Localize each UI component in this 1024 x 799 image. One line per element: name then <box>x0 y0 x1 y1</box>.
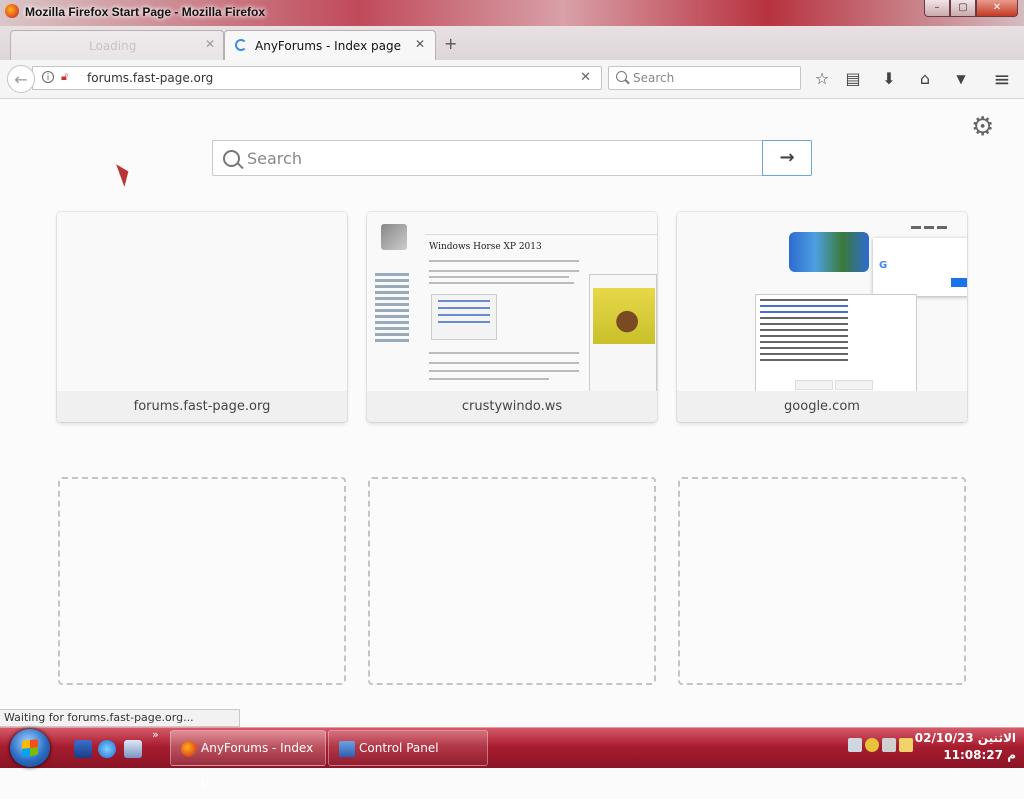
wiki-text-line <box>429 378 549 380</box>
window-controls: – ▢ ✕ <box>924 0 1018 17</box>
feeling-lucky-button <box>835 380 873 390</box>
home-icon[interactable]: ⌂ <box>914 68 936 90</box>
menu-icon[interactable]: ≡ <box>991 68 1013 90</box>
search-icon <box>616 71 627 82</box>
new-tab-search-input[interactable]: Search <box>212 140 763 176</box>
quick-launch-chevron[interactable]: » <box>152 728 159 741</box>
firefox-logo-icon <box>5 4 19 18</box>
system-clock[interactable]: الاثنين 02/10/23 م 11:08:27 <box>915 730 1016 764</box>
wiki-logo-icon <box>381 224 407 250</box>
wiki-sidebar <box>375 270 413 345</box>
clock-date: الاثنين 02/10/23 <box>914 731 1016 745</box>
google-g-icon: G <box>879 260 888 271</box>
tile-thumbnail <box>57 212 347 391</box>
google-signin-panel: G <box>873 238 967 296</box>
web-search-input[interactable]: Search <box>608 66 801 90</box>
search-placeholder: Search <box>633 71 675 85</box>
wiki-text-line <box>429 282 574 284</box>
google-doodle-image <box>789 232 869 272</box>
taskbar-button-control-panel[interactable]: Control Panel <box>328 730 488 766</box>
tab-label: AnyForums - Index page <box>255 39 401 53</box>
tile-thumbnail: G <box>677 212 967 391</box>
wiki-text-line <box>429 362 579 364</box>
volume-icon[interactable] <box>882 738 896 752</box>
pocket-icon[interactable]: ▼ <box>950 68 972 90</box>
show-desktop-icon[interactable] <box>74 740 92 758</box>
close-tab-icon[interactable]: ✕ <box>415 37 425 51</box>
clear-url-icon[interactable]: ✕ <box>580 70 591 85</box>
control-panel-icon <box>339 741 355 757</box>
clock-time: م 11:08:27 <box>943 748 1016 762</box>
explorer-icon[interactable] <box>124 740 142 758</box>
library-icon[interactable]: ▤ <box>842 68 864 90</box>
start-button[interactable] <box>10 729 50 767</box>
close-tab-icon[interactable]: ✕ <box>205 37 215 51</box>
system-tray <box>848 738 913 752</box>
wiki-text-line <box>429 276 569 278</box>
minimize-button[interactable]: – <box>924 0 950 17</box>
downloads-icon[interactable]: ⬇ <box>878 68 900 90</box>
tile-caption: google.com <box>677 391 967 422</box>
google-search-button <box>795 380 833 390</box>
taskbar-button-label: AnyForums - Index p... <box>201 741 314 789</box>
insecure-lock-icon[interactable]: 🔓︎ <box>61 70 68 84</box>
horse-image <box>593 288 655 344</box>
tray-app-icon[interactable] <box>865 738 879 752</box>
top-site-tile-google[interactable]: G google.com <box>677 212 967 422</box>
taskbar-button-firefox[interactable]: AnyForums - Index p... <box>170 730 326 789</box>
search-placeholder: Search <box>247 149 302 168</box>
windows-taskbar: » AnyForums - Index p... Control Panel ا… <box>0 727 1024 789</box>
new-tab-page: ⚙ Search → forums.fast-page.org Windows … <box>0 99 1024 727</box>
url-bar[interactable]: i 🔓︎ forums.fast-page.org ✕ <box>32 66 602 90</box>
tile-caption: forums.fast-page.org <box>57 391 347 422</box>
tab-loading[interactable]: Loading ✕ <box>10 30 224 60</box>
tile-caption: crustywindo.ws <box>367 391 657 422</box>
search-icon <box>223 150 240 167</box>
internet-explorer-icon[interactable] <box>98 740 116 758</box>
tile-thumbnail: Windows Horse XP 2013 <box>367 212 657 391</box>
back-button[interactable]: ← <box>7 65 35 93</box>
action-center-icon[interactable] <box>899 738 913 752</box>
settings-gear-icon[interactable]: ⚙ <box>971 114 994 140</box>
network-icon[interactable] <box>848 738 862 752</box>
firefox-icon <box>181 741 197 757</box>
wiki-text-line <box>429 370 579 372</box>
window-title-bar: Mozilla Firefox Start Page - Mozilla Fir… <box>0 0 1024 26</box>
google-suggestions-box <box>755 294 917 391</box>
loading-spinner-icon <box>235 39 247 51</box>
taskbar-button-label: Control Panel <box>359 741 439 755</box>
url-text[interactable]: forums.fast-page.org <box>87 71 213 85</box>
wiki-tabs <box>425 228 657 235</box>
signin-button <box>951 278 967 287</box>
site-info-icon[interactable]: i <box>42 71 54 83</box>
new-tab-button[interactable]: + <box>444 34 457 53</box>
empty-tile-slot[interactable] <box>678 477 966 685</box>
empty-tile-slot[interactable] <box>368 477 656 685</box>
wiki-title: Windows Horse XP 2013 <box>429 242 542 252</box>
tab-anyforums[interactable]: AnyForums - Index page ✕ <box>224 30 436 60</box>
mouse-cursor-icon <box>116 161 133 187</box>
tab-label: Loading <box>89 39 137 53</box>
navigation-toolbar: i 🔓︎ forums.fast-page.org ✕ ← Search ☆ ▤… <box>0 60 1024 99</box>
empty-tile-slot[interactable] <box>58 477 346 685</box>
window-title: Mozilla Firefox Start Page - Mozilla Fir… <box>25 5 266 19</box>
wiki-contents-box <box>431 294 497 340</box>
windows-logo-icon <box>22 739 38 757</box>
close-window-button[interactable]: ✕ <box>976 0 1018 17</box>
top-site-tile-forums[interactable]: forums.fast-page.org <box>57 212 347 422</box>
wiki-text-line <box>429 270 579 272</box>
maximize-button[interactable]: ▢ <box>950 0 976 17</box>
google-header-links <box>911 218 961 229</box>
status-panel: Waiting for forums.fast-page.org... <box>0 709 240 727</box>
wiki-text-line <box>429 352 579 354</box>
wiki-text-line <box>429 260 579 262</box>
top-site-tile-crustywindows[interactable]: Windows Horse XP 2013 crustywindo.ws <box>367 212 657 422</box>
tab-strip: Loading ✕ AnyForums - Index page ✕ + <box>0 26 1024 60</box>
bookmark-star-icon[interactable]: ☆ <box>811 68 833 90</box>
search-go-button[interactable]: → <box>762 140 812 176</box>
